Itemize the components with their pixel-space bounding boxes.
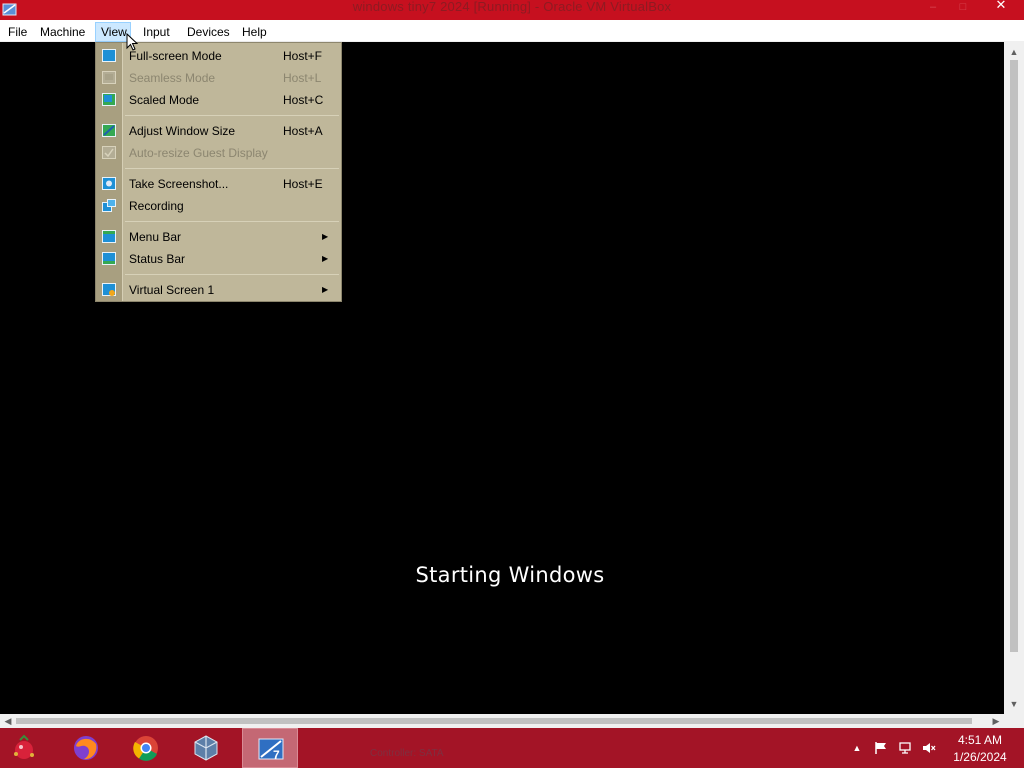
menu-separator bbox=[125, 221, 339, 222]
christmas-ornament-icon bbox=[14, 734, 34, 759]
view-dropdown-menu: Full-screen Mode Host+F Seamless Mode Ho… bbox=[95, 42, 342, 302]
boot-message: Starting Windows bbox=[415, 563, 605, 587]
menu-separator bbox=[125, 168, 339, 169]
menu-item-menu-bar[interactable]: Menu Bar ▶ bbox=[96, 226, 341, 248]
menu-item-label: Virtual Screen 1 bbox=[129, 283, 215, 297]
menu-bar-icon bbox=[102, 230, 116, 243]
menu-item-adjust-window-size[interactable]: Adjust Window Size Host+A bbox=[96, 120, 341, 142]
virtualbox-icon bbox=[194, 735, 218, 761]
menu-item-virtual-screen-1[interactable]: Virtual Screen 1 ▶ bbox=[96, 279, 341, 301]
menu-input[interactable]: Input bbox=[138, 22, 175, 42]
menu-item-status-bar[interactable]: Status Bar ▶ bbox=[96, 248, 341, 270]
title-bar: windows tiny7 2024 [Running] - Oracle VM… bbox=[0, 0, 1024, 20]
adjust-window-icon bbox=[102, 124, 116, 137]
menu-item-auto-resize-guest-display: Auto-resize Guest Display bbox=[96, 142, 341, 164]
submenu-arrow-icon: ▶ bbox=[322, 285, 329, 294]
svg-text:7: 7 bbox=[273, 748, 280, 762]
menu-help[interactable]: Help bbox=[237, 22, 272, 42]
menu-item-shortcut: Host+F bbox=[283, 49, 323, 63]
menu-machine[interactable]: Machine bbox=[35, 22, 90, 42]
menu-item-recording[interactable]: Recording bbox=[96, 195, 341, 217]
vm-menu-bar: File Machine View Input Devices Help bbox=[0, 20, 1024, 42]
chrome-icon bbox=[133, 736, 158, 761]
taskbar: 7 bbox=[0, 728, 1024, 768]
vertical-scrollbar[interactable]: ▲ ▼ bbox=[1004, 42, 1024, 714]
menu-item-label: Scaled Mode bbox=[129, 93, 200, 107]
scrollbar-corner bbox=[1004, 714, 1024, 728]
volume-muted-icon[interactable] bbox=[922, 741, 936, 755]
scaled-icon bbox=[102, 93, 116, 106]
network-icon[interactable] bbox=[898, 741, 912, 755]
menu-item-label: Auto-resize Guest Display bbox=[129, 146, 268, 160]
status-tooltip-text: Controller: SATA bbox=[370, 748, 444, 759]
screenshot-icon bbox=[102, 177, 116, 190]
mouse-cursor-icon bbox=[126, 33, 138, 51]
seamless-icon bbox=[102, 71, 116, 84]
taskbar-chrome[interactable] bbox=[118, 728, 174, 768]
submenu-arrow-icon: ▶ bbox=[322, 232, 329, 241]
vertical-scroll-thumb[interactable] bbox=[1010, 60, 1018, 652]
menu-item-label: Adjust Window Size bbox=[129, 124, 236, 138]
recording-icon bbox=[102, 199, 116, 212]
horizontal-scrollbar[interactable]: ◀ ▶ bbox=[0, 714, 1024, 728]
menu-item-take-screenshot[interactable]: Take Screenshot... Host+E bbox=[96, 173, 341, 195]
menu-item-shortcut: Host+E bbox=[283, 177, 323, 191]
menu-item-label: Seamless Mode bbox=[129, 71, 216, 85]
firefox-icon bbox=[74, 736, 98, 760]
clock-time[interactable]: 4:51 AM bbox=[940, 733, 1020, 747]
menu-devices[interactable]: Devices bbox=[182, 22, 235, 42]
taskbar-windows7-vm[interactable]: 7 bbox=[242, 728, 298, 768]
close-button[interactable]: ✕ bbox=[978, 0, 1024, 20]
menu-item-seamless-mode: Seamless Mode Host+L bbox=[96, 67, 341, 89]
submenu-arrow-icon: ▶ bbox=[322, 254, 329, 263]
clock-date[interactable]: 1/26/2024 bbox=[940, 750, 1020, 764]
menu-item-scaled-mode[interactable]: Scaled Mode Host+C bbox=[96, 89, 341, 111]
show-hidden-icons-button[interactable]: ▲ bbox=[850, 741, 864, 755]
scroll-up-arrow-icon[interactable]: ▲ bbox=[1004, 44, 1024, 60]
maximize-button[interactable]: □ bbox=[948, 0, 978, 20]
menu-item-label: Menu Bar bbox=[129, 230, 182, 244]
menu-separator bbox=[125, 115, 339, 116]
action-center-flag-icon[interactable] bbox=[874, 741, 888, 755]
menu-item-shortcut: Host+C bbox=[283, 93, 324, 107]
menu-item-shortcut: Host+L bbox=[283, 71, 322, 85]
taskbar-virtualbox[interactable] bbox=[178, 728, 234, 768]
menu-item-label: Full-screen Mode bbox=[129, 49, 222, 63]
auto-resize-icon bbox=[102, 146, 116, 159]
start-button[interactable] bbox=[0, 728, 56, 768]
taskbar-firefox[interactable] bbox=[58, 728, 114, 768]
menu-item-label: Recording bbox=[129, 199, 184, 213]
scroll-right-arrow-icon[interactable]: ▶ bbox=[988, 714, 1004, 728]
menu-separator bbox=[125, 274, 339, 275]
menu-item-label: Status Bar bbox=[129, 252, 186, 266]
menu-file[interactable]: File bbox=[3, 22, 32, 42]
scroll-left-arrow-icon[interactable]: ◀ bbox=[0, 714, 16, 728]
fullscreen-icon bbox=[102, 49, 116, 62]
horizontal-scroll-thumb[interactable] bbox=[16, 718, 972, 724]
window-title: windows tiny7 2024 [Running] - Oracle VM… bbox=[352, 0, 672, 14]
menu-item-shortcut: Host+A bbox=[283, 124, 323, 138]
scroll-down-arrow-icon[interactable]: ▼ bbox=[1004, 696, 1024, 712]
status-bar-icon bbox=[102, 252, 116, 265]
virtual-screen-icon bbox=[102, 283, 116, 296]
windows7-vm-icon: 7 bbox=[258, 738, 284, 762]
menu-item-label: Take Screenshot... bbox=[129, 177, 229, 191]
minimize-button[interactable]: ‒ bbox=[918, 0, 948, 20]
